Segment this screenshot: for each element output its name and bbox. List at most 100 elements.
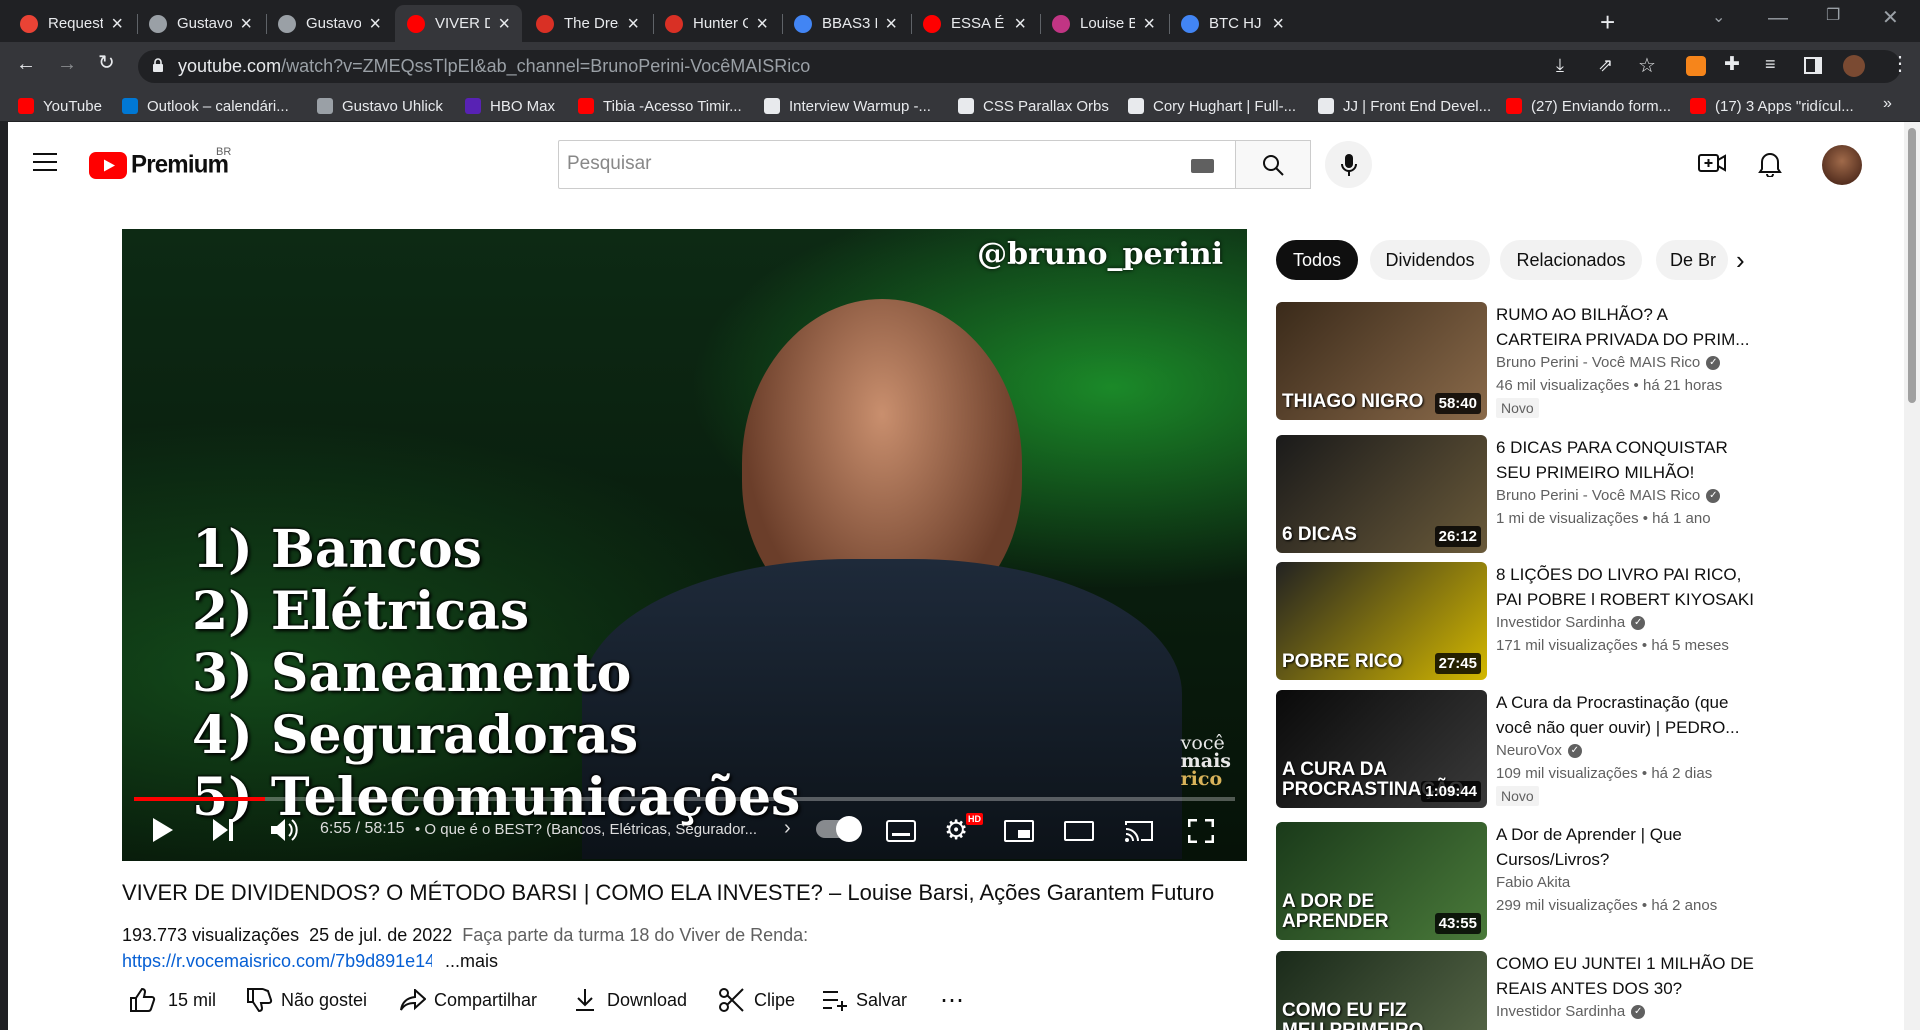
recommended-channel[interactable]: Bruno Perini - Você MAIS Rico ✓ — [1496, 354, 1721, 371]
video-player[interactable]: @bruno_perini 1) Bancos 2) Elétricas 3) Sa… — [122, 229, 1247, 861]
video-thumbnail[interactable]: 6 DICAS 26:12 — [1276, 435, 1487, 553]
recommended-video[interactable]: COMO EU FIZ MEU PRIMEIRO MILHÃO COMO EU J… — [1276, 951, 1876, 1030]
minimize-button[interactable]: — — [1768, 8, 1788, 28]
recommended-video[interactable]: A DOR DE APRENDER 43:55 A Dor de Aprender … — [1276, 822, 1876, 940]
description-link[interactable]: https://r.vocemaisrico.com/7b9d891e14 — [122, 948, 432, 974]
browser-tab[interactable]: ESSA É A C × — [911, 5, 1038, 42]
scrollbar-thumb[interactable] — [1908, 128, 1916, 403]
bookmark-item[interactable]: Interview Warmup -... — [764, 96, 931, 116]
browser-tab[interactable]: Louise Bars × — [1040, 5, 1167, 42]
browser-tab[interactable]: BTC HJ - Pe × — [1169, 5, 1296, 42]
bookmark-star-icon[interactable]: ☆ — [1638, 53, 1656, 78]
bookmark-item[interactable]: (27) Enviando form... — [1506, 96, 1671, 116]
bookmark-item[interactable]: (17) 3 Apps "ridícul... — [1690, 96, 1854, 116]
recommended-channel[interactable]: Investidor Sardinha ✓ — [1496, 1003, 1646, 1020]
browser-tab[interactable]: VIVER DE D × — [395, 5, 522, 42]
bookmark-item[interactable]: CSS Parallax Orbs — [958, 96, 1109, 116]
recommended-channel[interactable]: NeuroVox ✓ — [1496, 742, 1582, 759]
recommended-title[interactable]: A Dor de Aprender | Que Cursos/Livros? — [1496, 822, 1756, 872]
settings-gear-icon[interactable]: ⚙ — [944, 817, 968, 844]
tab-close-icon[interactable]: × — [111, 14, 123, 34]
fullscreen-icon[interactable] — [1187, 818, 1215, 848]
recommended-video[interactable]: THIAGO NIGRO 58:40 RUMO AO BILHÃO? A CARTE… — [1276, 302, 1876, 420]
chapter-title[interactable]: • O que é o BEST? (Bancos, Elétricas, Se… — [415, 821, 770, 838]
bookmarks-overflow-icon[interactable]: » — [1883, 96, 1892, 112]
media-queue-icon[interactable]: ≡ — [1765, 55, 1776, 73]
recommended-title[interactable]: COMO EU JUNTEI 1 MILHÃO DE REAIS ANTES D… — [1496, 951, 1756, 1001]
bookmark-item[interactable]: JJ | Front End Devel... — [1318, 96, 1491, 116]
bookmark-item[interactable]: Gustavo Uhlick — [317, 96, 443, 116]
filter-chip[interactable]: Todos — [1276, 240, 1358, 280]
video-thumbnail[interactable]: THIAGO NIGRO 58:40 — [1276, 302, 1487, 420]
share-icon[interactable]: ⇗ — [1598, 55, 1613, 76]
video-thumbnail[interactable]: POBRE RICO 27:45 — [1276, 562, 1487, 680]
tab-search-chevron-icon[interactable]: ⌄ — [1712, 10, 1725, 26]
video-description-snippet[interactable]: 193.773 visualizações 25 de jul. de 2022… — [122, 922, 1247, 974]
browser-tab[interactable]: The Dream × — [524, 5, 651, 42]
tab-close-icon[interactable]: × — [1272, 14, 1284, 34]
hamburger-menu-icon[interactable] — [33, 152, 57, 172]
video-thumbnail[interactable]: A CURA DA PROCRASTINAÇÃO 1:09:44 — [1276, 690, 1487, 808]
browser-tab[interactable]: Requested × — [8, 5, 135, 42]
tab-close-icon[interactable]: × — [756, 14, 768, 34]
recommended-video[interactable]: 6 DICAS 26:12 6 DICAS PARA CONQUISTAR SEU … — [1276, 435, 1876, 553]
next-video-button[interactable] — [212, 818, 234, 847]
install-app-icon[interactable]: ⤓ — [1556, 55, 1564, 76]
video-thumbnail[interactable]: A DOR DE APRENDER 43:55 — [1276, 822, 1487, 940]
video-thumbnail[interactable]: COMO EU FIZ MEU PRIMEIRO MILHÃO — [1276, 951, 1487, 1030]
save-button[interactable]: Salvar — [822, 985, 907, 1015]
chapter-chevron-icon[interactable]: › — [784, 817, 791, 840]
address-bar[interactable]: youtube.com/watch?v=ZMEQssTlpEI&ab_chann… — [138, 50, 1901, 83]
create-video-icon[interactable] — [1698, 152, 1726, 176]
browser-tab[interactable]: Hunter Out × — [653, 5, 780, 42]
tab-close-icon[interactable]: × — [240, 14, 252, 34]
tab-close-icon[interactable]: × — [627, 14, 639, 34]
close-window-button[interactable]: ✕ — [1882, 8, 1899, 28]
recommended-title[interactable]: A Cura da Procrastinação (que você não q… — [1496, 690, 1756, 740]
description-more[interactable]: ...mais — [445, 951, 498, 971]
cast-icon[interactable] — [1124, 819, 1154, 848]
new-tab-button[interactable]: + — [1600, 9, 1615, 35]
recommended-title[interactable]: 6 DICAS PARA CONQUISTAR SEU PRIMEIRO MIL… — [1496, 435, 1756, 485]
browser-tab[interactable]: Gustavo Uh × — [137, 5, 264, 42]
tab-close-icon[interactable]: × — [369, 14, 381, 34]
more-actions-button[interactable]: ⋯ — [940, 985, 964, 1015]
tab-close-icon[interactable]: × — [1143, 14, 1155, 34]
extensions-puzzle-icon[interactable]: ✚ — [1724, 55, 1740, 74]
bookmark-item[interactable]: Tibia -Acesso Timir... — [578, 96, 742, 116]
recommended-channel[interactable]: Bruno Perini - Você MAIS Rico ✓ — [1496, 487, 1721, 504]
filter-chip[interactable]: Relacionados — [1500, 240, 1642, 280]
restore-button[interactable]: ❐ — [1826, 8, 1840, 24]
chips-next-chevron-icon[interactable]: › — [1736, 245, 1745, 276]
tab-close-icon[interactable]: × — [885, 14, 897, 34]
progress-bar[interactable] — [134, 797, 1235, 801]
subtitles-icon[interactable] — [886, 820, 916, 842]
youtube-premium-logo[interactable]: Premium — [89, 150, 229, 180]
autoplay-toggle[interactable] — [816, 816, 862, 842]
lock-icon[interactable] — [152, 58, 164, 73]
like-button[interactable]: 15 mil — [130, 985, 216, 1015]
miniplayer-icon[interactable] — [1004, 820, 1034, 842]
search-input[interactable] — [567, 153, 1167, 175]
tab-close-icon[interactable]: × — [1014, 14, 1026, 34]
user-avatar[interactable] — [1822, 145, 1862, 185]
filter-chip[interactable]: De Br — [1656, 240, 1728, 280]
browser-tab[interactable]: BBAS3 HJ - × — [782, 5, 909, 42]
keyboard-icon[interactable] — [1191, 159, 1214, 173]
side-panel-icon[interactable] — [1804, 57, 1822, 74]
recommended-channel[interactable]: Investidor Sardinha ✓ — [1496, 614, 1646, 631]
search-box[interactable] — [558, 140, 1236, 189]
dislike-button[interactable]: Não gostei — [247, 985, 367, 1015]
forward-icon[interactable]: → — [57, 54, 77, 74]
play-button[interactable] — [152, 817, 174, 848]
voice-search-button[interactable] — [1325, 141, 1372, 188]
menu-kebab-icon[interactable]: ⋮ — [1890, 54, 1910, 74]
theater-mode-icon[interactable] — [1064, 821, 1094, 841]
bookmark-item[interactable]: Cory Hughart | Full-... — [1128, 96, 1296, 116]
volume-icon[interactable] — [270, 817, 298, 848]
reload-icon[interactable]: ↻ — [98, 53, 115, 73]
tab-close-icon[interactable]: × — [498, 14, 510, 34]
recommended-title[interactable]: 8 LIÇÕES DO LIVRO PAI RICO, PAI POBRE l … — [1496, 562, 1756, 612]
notifications-bell-icon[interactable] — [1758, 151, 1782, 178]
share-button[interactable]: Compartilhar — [400, 985, 537, 1015]
